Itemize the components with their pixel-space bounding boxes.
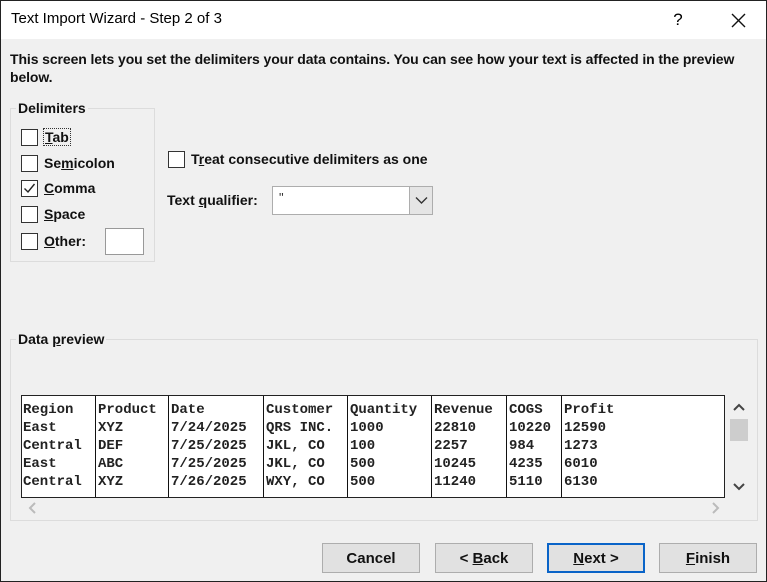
- chevron-left-icon: [28, 502, 36, 514]
- checkbox-box[interactable]: [21, 128, 38, 146]
- treat-consecutive-checkbox[interactable]: Treat consecutive delimiters as one: [168, 149, 428, 169]
- delimiters-group: Delimiters Tab Semicolon Comma Space Oth…: [10, 100, 155, 262]
- preview-row: Central DEF 7/25/2025 JKL, CO 100 2257 984 1273: [22, 437, 722, 455]
- preview-cell: 500: [350, 456, 376, 472]
- tab-label: Tab: [43, 128, 71, 146]
- horizontal-scrollbar[interactable]: [21, 498, 725, 518]
- preview-cell: East: [23, 420, 57, 436]
- preview-cell: 1273: [564, 438, 598, 454]
- preview-cell: 1000: [350, 420, 384, 436]
- chevron-up-icon: [733, 403, 745, 411]
- cancel-button[interactable]: Cancel: [322, 543, 420, 573]
- comma-checkbox[interactable]: Comma: [21, 178, 95, 198]
- preview-column-header: Customer: [266, 402, 334, 418]
- preview-cell: XYZ: [98, 474, 124, 490]
- preview-column-header: Product: [98, 402, 157, 418]
- data-preview-grid[interactable]: Region Product Date Customer Quantity Revenue…: [21, 395, 725, 498]
- preview-cell: 10220: [509, 420, 552, 436]
- chevron-down-icon: [415, 197, 428, 204]
- text-qualifier-value: ": [279, 190, 284, 205]
- preview-header-row: Region Product Date Customer Quantity Revenue…: [22, 401, 722, 419]
- text-qualifier-dropdown[interactable]: ": [272, 186, 433, 215]
- chevron-down-icon: [733, 483, 745, 491]
- data-preview-group: Data preview Region Product Date Customer Qu…: [10, 331, 758, 521]
- preview-cell: WXY, CO: [266, 474, 325, 490]
- scroll-up-button[interactable]: [729, 400, 749, 416]
- semicolon-checkbox[interactable]: Semicolon: [21, 153, 115, 173]
- close-button[interactable]: [723, 5, 753, 35]
- preview-row: East XYZ 7/24/2025 QRS INC. 1000 22810 10220 12…: [22, 419, 722, 437]
- vertical-scrollbar[interactable]: [729, 395, 749, 498]
- preview-column-header: COGS: [509, 402, 543, 418]
- preview-cell: 4235: [509, 456, 543, 472]
- preview-cell: 2257: [434, 438, 468, 454]
- preview-cell: Central: [23, 474, 82, 490]
- checkmark-icon: [24, 183, 36, 193]
- comma-label: Comma: [44, 180, 96, 196]
- preview-cell: 984: [509, 438, 535, 454]
- preview-cell: 6130: [564, 474, 598, 490]
- preview-cell: 10245: [434, 456, 477, 472]
- checkbox-box[interactable]: [21, 179, 38, 197]
- treat-consecutive-label: Treat consecutive delimiters as one: [191, 151, 428, 167]
- other-delimiter-input[interactable]: [105, 228, 144, 255]
- back-button[interactable]: < Back: [435, 543, 533, 573]
- checkbox-box[interactable]: [21, 232, 38, 250]
- other-label: Other:: [44, 233, 87, 249]
- preview-cell: 7/25/2025: [171, 438, 247, 454]
- space-label: Space: [44, 206, 86, 222]
- data-preview-group-label: Data preview: [16, 331, 107, 347]
- window-title: Text Import Wizard - Step 2 of 3: [11, 10, 222, 27]
- finish-button[interactable]: Finish: [659, 543, 757, 573]
- preview-cell: XYZ: [98, 420, 124, 436]
- preview-cell: 12590: [564, 420, 607, 436]
- title-bar: Text Import Wizard - Step 2 of 3 ?: [1, 1, 766, 39]
- scroll-down-button[interactable]: [729, 478, 749, 494]
- dropdown-button[interactable]: [409, 187, 432, 214]
- next-button[interactable]: Next >: [547, 543, 645, 573]
- other-checkbox[interactable]: Other:: [21, 231, 86, 251]
- preview-cell: 6010: [564, 456, 598, 472]
- preview-cell: 500: [350, 474, 376, 490]
- preview-cell: 11240: [434, 474, 477, 490]
- space-checkbox[interactable]: Space: [21, 204, 85, 224]
- checkbox-box[interactable]: [21, 205, 38, 223]
- preview-column-header: Region: [23, 402, 74, 418]
- preview-cell: Central: [23, 438, 82, 454]
- preview-column-header: Date: [171, 402, 205, 418]
- scroll-left-button[interactable]: [25, 500, 41, 516]
- preview-row: East ABC 7/25/2025 JKL, CO 500 10245 4235 6010: [22, 455, 722, 473]
- delimiters-group-label: Delimiters: [16, 100, 88, 116]
- preview-cell: 5110: [509, 474, 543, 490]
- checkbox-box[interactable]: [21, 154, 38, 172]
- chevron-right-icon: [712, 502, 720, 514]
- text-qualifier-label: Text qualifier:: [167, 192, 258, 208]
- tab-checkbox[interactable]: Tab: [21, 127, 71, 147]
- semicolon-label: Semicolon: [44, 155, 115, 171]
- preview-cell: ABC: [98, 456, 124, 472]
- preview-cell: JKL, CO: [266, 438, 325, 454]
- preview-cell: 7/26/2025: [171, 474, 247, 490]
- instructions-text: This screen lets you set the delimiters …: [10, 51, 735, 85]
- preview-column-header: Quantity: [350, 402, 418, 418]
- close-icon: [731, 13, 746, 28]
- scroll-thumb[interactable]: [730, 419, 748, 441]
- preview-cell: East: [23, 456, 57, 472]
- preview-cell: JKL, CO: [266, 456, 325, 472]
- preview-column-header: Profit: [564, 402, 615, 418]
- preview-cell: 100: [350, 438, 376, 454]
- preview-row: Central XYZ 7/26/2025 WXY, CO 500 11240 5110 61…: [22, 473, 722, 491]
- text-import-wizard-dialog: Text Import Wizard - Step 2 of 3 ? This …: [0, 0, 767, 582]
- preview-cell: 7/24/2025: [171, 420, 247, 436]
- preview-cell: 22810: [434, 420, 477, 436]
- preview-cell: QRS INC.: [266, 420, 334, 436]
- checkbox-box[interactable]: [168, 150, 185, 168]
- preview-column-header: Revenue: [434, 402, 493, 418]
- scroll-right-button[interactable]: [707, 500, 723, 516]
- preview-cell: 7/25/2025: [171, 456, 247, 472]
- help-button[interactable]: ?: [663, 5, 693, 35]
- preview-cell: DEF: [98, 438, 124, 454]
